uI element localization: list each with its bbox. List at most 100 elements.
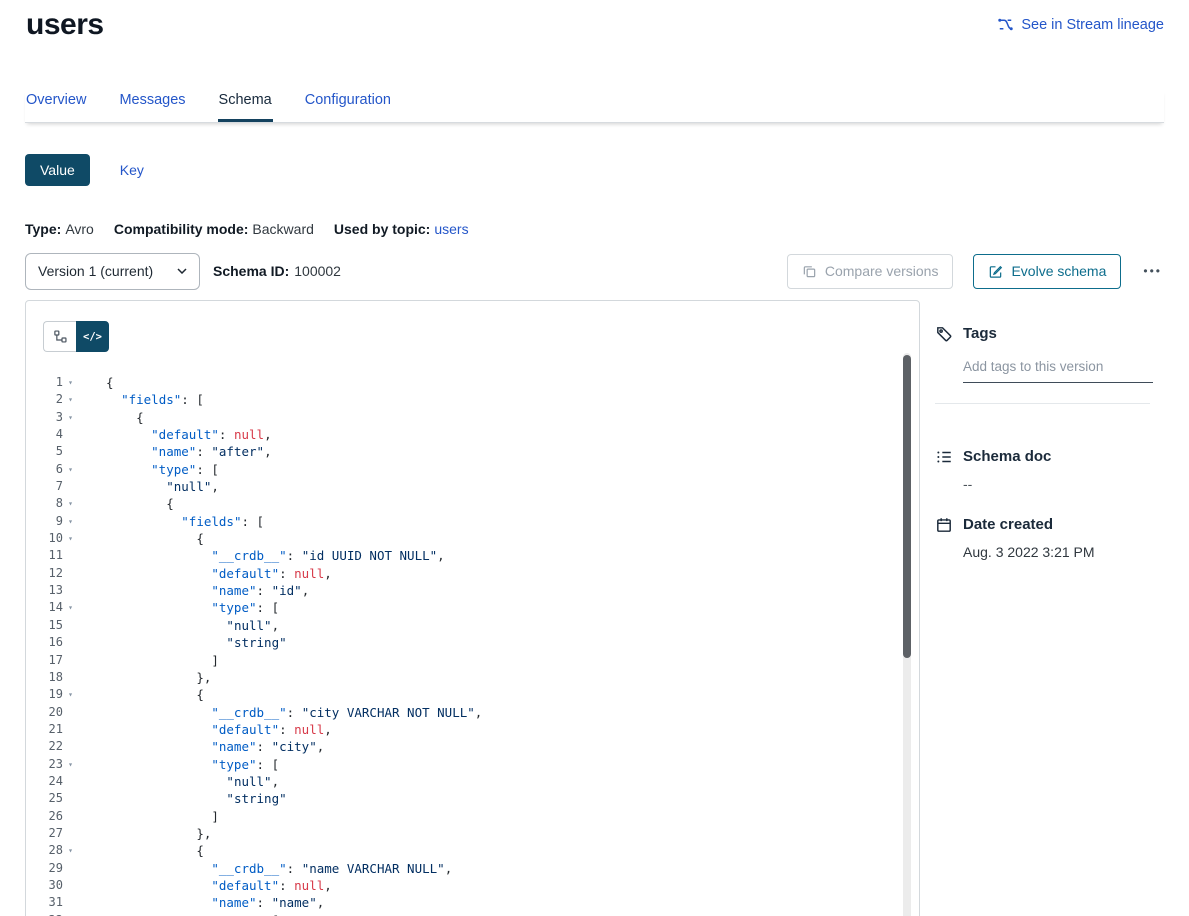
line-number: 15 xyxy=(26,617,63,634)
tab-schema[interactable]: Schema xyxy=(218,90,273,122)
more-options-button[interactable]: ••• xyxy=(1141,260,1164,282)
tags-title: Tags xyxy=(963,325,997,343)
fold-arrow-icon[interactable]: ▾ xyxy=(63,409,78,426)
fold-arrow-icon[interactable]: ▾ xyxy=(63,842,78,859)
line-number: 26 xyxy=(26,808,63,825)
key-toggle-button[interactable]: Key xyxy=(120,162,144,178)
schema-sidebar: Tags Schema doc -- Dat xyxy=(935,300,1164,560)
version-select-value: Version 1 (current) xyxy=(38,263,153,279)
line-number: 17 xyxy=(26,652,63,669)
line-number: 28 xyxy=(26,842,63,859)
schema-doc-header: Schema doc xyxy=(935,448,1164,466)
code-line: 12 "default": null, xyxy=(26,565,897,582)
compatibility-value: Backward xyxy=(252,221,313,237)
line-number: 31 xyxy=(26,894,63,911)
tab-configuration[interactable]: Configuration xyxy=(304,90,392,122)
tree-view-button[interactable] xyxy=(43,321,76,352)
fold-arrow-icon[interactable]: ▾ xyxy=(63,599,78,616)
version-bar: Version 1 (current) Schema ID:100002 Com… xyxy=(25,252,1164,290)
code-scrollbar-thumb[interactable] xyxy=(903,355,911,658)
code-line: 14▾ "type": [ xyxy=(26,599,897,616)
code-line: 24 "null", xyxy=(26,773,897,790)
tab-overview[interactable]: Overview xyxy=(25,90,87,122)
fold-arrow-icon[interactable]: ▾ xyxy=(63,912,78,916)
line-number: 12 xyxy=(26,565,63,582)
code-line: 29 "__crdb__": "name VARCHAR NULL", xyxy=(26,860,897,877)
code-line: 2▾ "fields": [ xyxy=(26,391,897,408)
schema-id-field: Schema ID:100002 xyxy=(213,263,341,279)
date-created-title: Date created xyxy=(963,516,1053,534)
line-number: 22 xyxy=(26,738,63,755)
code-line: 9▾ "fields": [ xyxy=(26,513,897,530)
date-created-header: Date created xyxy=(935,516,1164,534)
line-number: 32 xyxy=(26,912,63,916)
schema-meta: Type:Avro Compatibility mode:Backward Us… xyxy=(25,221,469,237)
page-title: users xyxy=(26,8,104,42)
code-line: 7 "null", xyxy=(26,478,897,495)
topic-label: Used by topic: xyxy=(334,221,430,237)
evolve-schema-icon xyxy=(988,264,1003,279)
code-line: 27 }, xyxy=(26,825,897,842)
line-number: 18 xyxy=(26,669,63,686)
tab-messages[interactable]: Messages xyxy=(118,90,186,122)
line-number: 4 xyxy=(26,426,63,443)
fold-arrow-icon[interactable]: ▾ xyxy=(63,495,78,512)
fold-arrow-icon[interactable]: ▾ xyxy=(63,530,78,547)
fold-arrow-icon[interactable]: ▾ xyxy=(63,756,78,773)
tags-section-header: Tags xyxy=(935,325,1164,343)
fold-arrow-icon[interactable]: ▾ xyxy=(63,391,78,408)
line-number: 1 xyxy=(26,374,63,391)
code-line: 1▾{ xyxy=(26,374,897,391)
schema-code-panel: </> 1▾{2▾ "fields": [3▾ {4 "default": nu… xyxy=(25,300,920,916)
code-line: 15 "null", xyxy=(26,617,897,634)
schema-doc-title: Schema doc xyxy=(963,448,1051,466)
date-created-value: Aug. 3 2022 3:21 PM xyxy=(963,544,1164,560)
code-line: 19▾ { xyxy=(26,686,897,703)
compare-versions-button[interactable]: Compare versions xyxy=(787,254,954,289)
code-line: 17 ] xyxy=(26,652,897,669)
evolve-schema-button[interactable]: Evolve schema xyxy=(973,254,1121,289)
line-number: 25 xyxy=(26,790,63,807)
view-toggle-group: </> xyxy=(43,321,109,352)
code-line: 32▾ "type": [ xyxy=(26,912,897,916)
type-value: Avro xyxy=(65,221,94,237)
value-toggle-button[interactable]: Value xyxy=(25,154,90,186)
evolve-schema-label: Evolve schema xyxy=(1011,263,1106,279)
topic-field: Used by topic:users xyxy=(334,221,469,237)
line-number: 8 xyxy=(26,495,63,512)
line-number: 20 xyxy=(26,704,63,721)
line-number: 2 xyxy=(26,391,63,408)
line-number: 16 xyxy=(26,634,63,651)
tree-view-icon xyxy=(53,329,68,344)
code-line: 26 ] xyxy=(26,808,897,825)
code-line: 4 "default": null, xyxy=(26,426,897,443)
code-line: 10▾ { xyxy=(26,530,897,547)
list-icon xyxy=(935,448,953,466)
add-tags-input[interactable] xyxy=(963,359,1153,383)
fold-arrow-icon[interactable]: ▾ xyxy=(63,686,78,703)
stream-lineage-link[interactable]: See in Stream lineage xyxy=(997,16,1164,33)
line-number: 10 xyxy=(26,530,63,547)
line-number: 6 xyxy=(26,461,63,478)
line-number: 11 xyxy=(26,547,63,564)
fold-arrow-icon[interactable]: ▾ xyxy=(63,513,78,530)
code-line: 31 "name": "name", xyxy=(26,894,897,911)
code-line: 22 "name": "city", xyxy=(26,738,897,755)
code-line: 30 "default": null, xyxy=(26,877,897,894)
code-line: 28▾ { xyxy=(26,842,897,859)
schema-page: users See in Stream lineage Overview Mes… xyxy=(0,0,1189,916)
code-lines: 1▾{2▾ "fields": [3▾ {4 "default": null,5… xyxy=(26,374,897,916)
code-scrollbar-track[interactable] xyxy=(903,353,911,916)
code-line: 23▾ "type": [ xyxy=(26,756,897,773)
line-number: 27 xyxy=(26,825,63,842)
chevron-down-icon xyxy=(177,268,187,274)
fold-arrow-icon[interactable]: ▾ xyxy=(63,374,78,391)
version-select[interactable]: Version 1 (current) xyxy=(25,253,200,290)
topic-link[interactable]: users xyxy=(434,221,468,237)
code-line: 16 "string" xyxy=(26,634,897,651)
code-view-button[interactable]: </> xyxy=(76,321,109,352)
fold-arrow-icon[interactable]: ▾ xyxy=(63,461,78,478)
line-number: 29 xyxy=(26,860,63,877)
sidebar-divider xyxy=(935,403,1150,404)
code-line: 20 "__crdb__": "city VARCHAR NOT NULL", xyxy=(26,704,897,721)
